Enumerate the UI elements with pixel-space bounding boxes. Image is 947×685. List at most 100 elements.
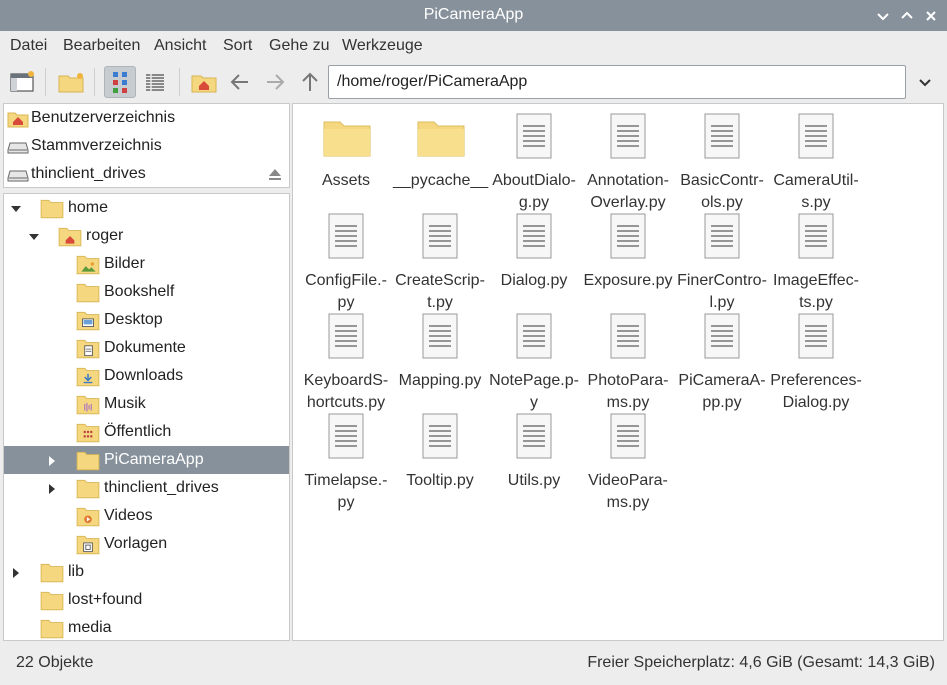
file-name: PhotoPara-ms.py — [581, 370, 675, 414]
file-item-camerautils-py[interactable]: CameraUtil-s.py — [769, 112, 863, 211]
text-file-icon — [604, 112, 652, 160]
menu-bar: Datei Bearbeiten Ansicht Sort Gehe zu We… — [0, 31, 947, 60]
file-name: ConfigFile.- py — [299, 270, 393, 314]
file-item-dialog-py[interactable]: Dialog.py — [487, 212, 581, 308]
minimize-icon[interactable] — [874, 7, 892, 25]
tree-item-label: lib — [68, 563, 85, 580]
downloads-folder-icon — [76, 365, 100, 392]
tree-item-lib[interactable]: lib — [4, 558, 289, 586]
up-button[interactable] — [294, 66, 326, 98]
file-item-aboutdialog-py[interactable]: AboutDialo-g.py — [487, 112, 581, 211]
file-name-line: g.py — [518, 194, 550, 211]
file-item-videoparams-py[interactable]: VideoPara-ms.py — [581, 412, 675, 511]
file-item-mapping-py[interactable]: Mapping.py — [393, 312, 487, 408]
forward-button[interactable] — [259, 66, 291, 98]
expander-expanded-icon[interactable] — [28, 230, 40, 242]
title-bar: PiCameraApp — [0, 0, 947, 31]
file-name-line: ols.py — [701, 194, 743, 211]
file-item-configfile-py[interactable]: ConfigFile.- py — [299, 212, 393, 311]
tree-item-musik[interactable]: Musik — [4, 390, 289, 418]
file-item-picameraapp-py[interactable]: PiCameraA-pp.py — [675, 312, 769, 411]
new-folder-button[interactable] — [55, 66, 87, 98]
tree-item-vorlagen[interactable]: Vorlagen — [4, 530, 289, 558]
file-item-createscript-py[interactable]: CreateScrip-t.py — [393, 212, 487, 311]
expander-expanded-icon[interactable] — [10, 202, 22, 214]
list-view-icon — [146, 74, 164, 91]
file-item-preferencesdialog-py[interactable]: Preferences- Dialog.py — [769, 312, 863, 411]
file-item-notepage-py[interactable]: NotePage.p-y — [487, 312, 581, 411]
file-name-line: s.py — [801, 194, 831, 211]
place-thinclient-drives[interactable]: thinclient_drives — [4, 160, 289, 188]
close-icon[interactable] — [922, 7, 940, 25]
file-name-line: Dialog.py — [500, 272, 568, 289]
icon-view-button[interactable] — [104, 66, 136, 98]
new-window-icon — [10, 71, 34, 92]
file-item-utils-py[interactable]: Utils.py — [487, 412, 581, 508]
file-item-exposure-py[interactable]: Exposure.py — [581, 212, 675, 308]
text-file-icon — [416, 212, 464, 260]
tree-item-label: Bilder — [104, 255, 145, 272]
path-input[interactable]: /home/roger/PiCameraApp — [328, 65, 906, 99]
file-name-line: ImageEffec- — [773, 272, 859, 289]
file-name: NotePage.p-y — [487, 370, 581, 414]
tree-item-label: roger — [86, 227, 124, 244]
file-name: Utils.py — [487, 470, 581, 492]
tree-item-desktop[interactable]: Desktop — [4, 306, 289, 334]
tree-item-thinclient-drives[interactable]: thinclient_drives — [4, 474, 289, 502]
file-item-keyboardshortcuts-py[interactable]: KeyboardS-hortcuts.py — [299, 312, 393, 411]
place-root[interactable]: Stammverzeichnis — [4, 132, 289, 160]
new-window-button[interactable] — [6, 66, 38, 98]
file-item-photoparams-py[interactable]: PhotoPara-ms.py — [581, 312, 675, 411]
folder-item--pycache-[interactable]: __pycache__ — [393, 112, 488, 208]
path-dropdown-button[interactable] — [906, 65, 944, 99]
file-name: VideoPara-ms.py — [581, 470, 675, 514]
file-name: Preferences- Dialog.py — [769, 370, 863, 414]
text-file-icon — [792, 112, 840, 160]
eject-icon[interactable] — [267, 166, 283, 187]
folder-item-assets[interactable]: Assets — [299, 112, 393, 208]
menu-ansicht[interactable]: Ansicht — [154, 37, 206, 55]
folder-icon — [40, 589, 64, 616]
file-name: FinerContro-l.py — [675, 270, 769, 314]
tree-item-downloads[interactable]: Downloads — [4, 362, 289, 390]
tree-item-label: Musik — [104, 395, 146, 412]
tree-item-bookshelf[interactable]: Bookshelf — [4, 278, 289, 306]
tree-item-roger[interactable]: roger — [4, 222, 289, 250]
file-name-line: CameraUtil- — [773, 172, 859, 189]
file-item-finercontrol-py[interactable]: FinerContro-l.py — [675, 212, 769, 311]
tree-item-videos[interactable]: Videos — [4, 502, 289, 530]
pictures-folder-icon — [76, 253, 100, 280]
text-file-icon — [604, 412, 652, 460]
back-button[interactable] — [224, 66, 256, 98]
tree-item-picameraapp[interactable]: PiCameraApp — [4, 446, 289, 474]
menu-gehe-zu[interactable]: Gehe zu — [269, 37, 329, 55]
file-item-annotationoverlay-py[interactable]: Annotation- Overlay.py — [581, 112, 675, 211]
file-name: Exposure.py — [581, 270, 675, 292]
file-item-timelapse-py[interactable]: Timelapse.- py — [299, 412, 393, 511]
menu-bearbeiten[interactable]: Bearbeiten — [63, 37, 140, 55]
expander-collapsed-icon[interactable] — [46, 482, 58, 494]
file-item-basiccontrols-py[interactable]: BasicContr-ols.py — [675, 112, 769, 211]
tree-item-bilder[interactable]: Bilder — [4, 250, 289, 278]
menu-werkzeuge[interactable]: Werkzeuge — [342, 37, 423, 55]
tree-item-lost-found[interactable]: lost+found — [4, 586, 289, 614]
file-name: BasicContr-ols.py — [675, 170, 769, 214]
menu-sort[interactable]: Sort — [223, 37, 252, 55]
home-button[interactable] — [188, 66, 220, 98]
expander-collapsed-icon[interactable] — [46, 454, 58, 466]
tree-item-home[interactable]: home — [4, 194, 289, 222]
file-name-line: ConfigFile.- — [305, 272, 387, 289]
menu-datei[interactable]: Datei — [10, 37, 47, 55]
file-item-tooltip-py[interactable]: Tooltip.py — [393, 412, 487, 508]
expander-collapsed-icon[interactable] — [10, 566, 22, 578]
tree-item-dokumente[interactable]: Dokumente — [4, 334, 289, 362]
maximize-icon[interactable] — [898, 7, 916, 25]
home-folder-icon — [191, 75, 217, 93]
tree-item-media[interactable]: media — [4, 614, 289, 640]
icon-view-icon — [113, 72, 127, 93]
file-item-imageeffects-py[interactable]: ImageEffec-ts.py — [769, 212, 863, 311]
toolbar-separator — [45, 68, 46, 96]
list-view-button[interactable] — [139, 66, 171, 98]
place-home[interactable]: Benutzerverzeichnis — [4, 104, 289, 132]
tree-item-öffentlich[interactable]: Öffentlich — [4, 418, 289, 446]
